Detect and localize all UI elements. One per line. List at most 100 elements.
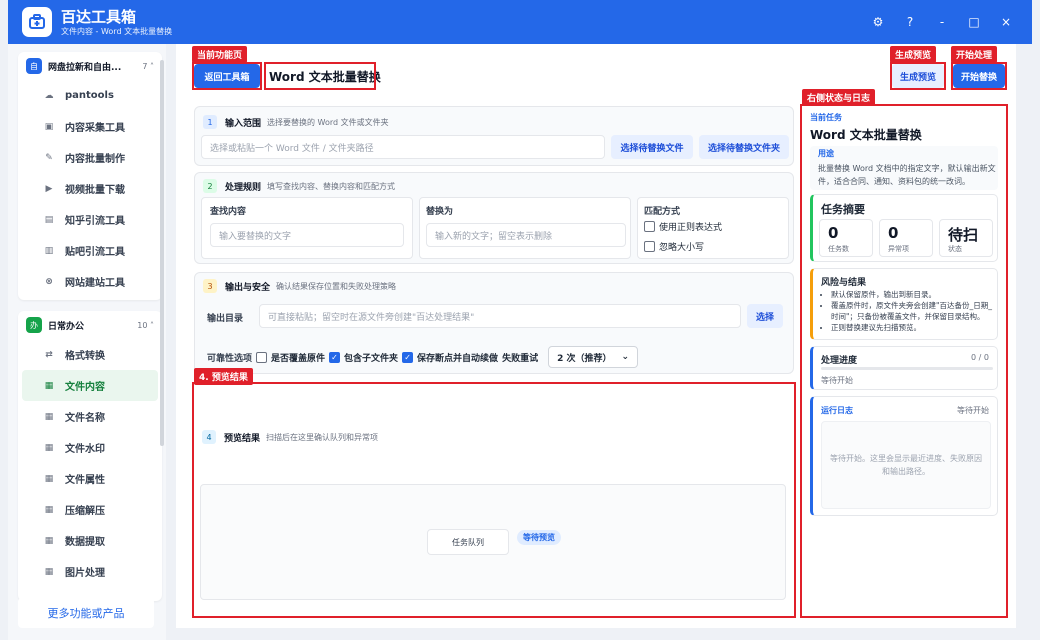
callout-start-btn: 开始处理: [951, 46, 998, 63]
sidebar: 自 网盘拉新和自由... 7 ˄ ☁ pantools ▣ 内容采集工具 ✎ 内容批量制作…: [8, 44, 166, 640]
group-header[interactable]: 自 网盘拉新和自由... 7 ˄: [18, 52, 162, 80]
ignore-case-checkbox[interactable]: [644, 241, 655, 252]
sidebar-item-label: 格式转换: [65, 351, 105, 362]
sidebar-item[interactable]: ▶ 视频批量下载: [18, 173, 162, 204]
maximize-icon[interactable]: □: [958, 15, 990, 29]
section-desc: 选择要替换的 Word 文件或文件夹: [267, 117, 389, 127]
choose-output-button[interactable]: 选择: [747, 304, 783, 328]
grid-icon: ▦: [44, 380, 54, 391]
save-breakpoint-label: 保存断点并自动续做: [417, 353, 499, 364]
sidebar-item-label: 压缩解压: [65, 506, 105, 517]
replace-input[interactable]: 输入新的文字；留空表示删除: [426, 223, 626, 247]
sidebar-item[interactable]: ⊗ 网站建站工具: [18, 266, 162, 297]
sidebar-item[interactable]: ▦ 数据提取: [18, 525, 162, 556]
title-bar: 百达工具箱 文件内容 - Word 文本批量替换 ⚙ ? - □ ×: [8, 0, 1032, 44]
find-card: 查找内容 输入要替换的文字: [201, 197, 413, 259]
find-label: 查找内容: [210, 207, 247, 217]
section-title: 输入范围: [225, 118, 262, 129]
step-number: 1: [203, 115, 217, 129]
group-badge: 办: [26, 317, 42, 333]
sidebar-item-label: 网站建站工具: [65, 278, 125, 289]
sidebar-item[interactable]: ▦ 文件内容: [22, 370, 158, 401]
sidebar-item[interactable]: ▥ 贴吧引流工具: [18, 235, 162, 266]
sidebar-item-label: 知乎引流工具: [65, 216, 125, 227]
sidebar-item[interactable]: ✎ 内容批量制作: [18, 142, 162, 173]
settings-icon[interactable]: ⚙: [862, 15, 894, 29]
sidebar-scrollbar[interactable]: [160, 60, 164, 446]
section-desc: 确认结果保存位置和失败处理策略: [276, 281, 397, 291]
sidebar-item-label: pantools: [65, 90, 114, 101]
step-number: 2: [203, 179, 217, 193]
callout-preview-box: [890, 62, 946, 90]
close-icon[interactable]: ×: [990, 15, 1022, 29]
sidebar-item-label: 数据提取: [65, 537, 105, 548]
callout-back-box: [192, 62, 262, 90]
section-desc: 填写查找内容、替换内容和匹配方式: [267, 181, 396, 191]
sidebar-item-label: 贴吧引流工具: [65, 247, 125, 258]
sidebar-item[interactable]: ▦ 文件水印: [18, 432, 162, 463]
grid-icon: ▦: [44, 473, 54, 484]
callout-preview-result-box: [192, 382, 796, 618]
sidebar-item[interactable]: ☁ pantools: [18, 80, 162, 111]
output-dir-label: 输出目录: [207, 314, 244, 324]
sidebar-item[interactable]: ▦ 文件属性: [18, 463, 162, 494]
group-count: 10 ˄: [137, 320, 154, 330]
app-subtitle: 文件内容 - Word 文本批量替换: [61, 26, 173, 36]
callout-title-box: [264, 62, 376, 90]
globe-icon: ⊗: [45, 276, 53, 287]
output-dir-input[interactable]: 可直接粘贴；留空时在源文件旁创建"百达处理结果": [259, 304, 741, 328]
callout-preview-result: 4. 预览结果: [194, 368, 253, 385]
match-card: 匹配方式 使用正则表达式 忽略大小写: [637, 197, 789, 259]
select-folder-button[interactable]: 选择待替换文件夹: [699, 135, 789, 159]
grid-icon: ▦: [44, 442, 54, 453]
help-icon[interactable]: ?: [894, 15, 926, 29]
find-input[interactable]: 输入要替换的文字: [210, 223, 404, 247]
select-file-button[interactable]: 选择待替换文件: [611, 135, 693, 159]
group-title: 网盘拉新和自由...: [48, 62, 122, 73]
sidebar-item[interactable]: ⇄ 格式转换: [18, 339, 162, 370]
sidebar-group-office: 办 日常办公 10 ˄ ⇄ 格式转换 ▦ 文件内容 ▦ 文件名称 ▦ 文件水印 ▦ 文件属性 ▦ 压缩…: [18, 311, 162, 601]
grid-icon: ▦: [44, 566, 54, 577]
collect-icon: ▣: [44, 121, 54, 132]
app-title: 百达工具箱: [61, 7, 137, 26]
match-label: 匹配方式: [644, 207, 681, 217]
group-badge: 自: [26, 58, 42, 74]
save-breakpoint-checkbox[interactable]: ✓: [402, 351, 414, 363]
section-title: 处理规则: [225, 182, 262, 193]
sidebar-item-label: 文件属性: [65, 475, 105, 486]
sidebar-item[interactable]: ▣ 内容采集工具: [18, 111, 162, 142]
grid-icon: ▦: [44, 411, 54, 422]
replace-label: 替换为: [426, 207, 454, 217]
sidebar-item[interactable]: ▦ 压缩解压: [18, 494, 162, 525]
sidebar-item-label: 图片处理: [65, 568, 105, 579]
step-number: 3: [203, 279, 217, 293]
convert-icon: ⇄: [45, 349, 53, 360]
section-rules: 2 处理规则 填写查找内容、替换内容和匹配方式 查找内容 输入要替换的文字 替换…: [194, 172, 794, 264]
ignore-case-label: 忽略大小写: [659, 243, 705, 253]
overwrite-checkbox[interactable]: [256, 351, 268, 363]
retry-select[interactable]: 2 次（推荐） ⌄: [548, 346, 639, 368]
sidebar-item-label: 内容批量制作: [65, 154, 125, 165]
input-path-field[interactable]: 选择或粘贴一个 Word 文件 / 文件夹路径: [201, 135, 605, 159]
more-products-button[interactable]: 更多功能或产品: [18, 598, 154, 628]
grid-icon: ▦: [44, 535, 54, 546]
edit-icon: ✎: [45, 152, 53, 163]
group-header[interactable]: 办 日常办公 10 ˄: [18, 311, 162, 339]
minimize-icon[interactable]: -: [926, 15, 958, 29]
cloud-icon: ☁: [44, 90, 54, 101]
retry-label: 失败重试: [502, 353, 539, 364]
sidebar-item[interactable]: ▦ 图片处理: [18, 556, 162, 587]
regex-checkbox[interactable]: [644, 221, 655, 232]
zhihu-icon: ▤: [44, 214, 54, 225]
sidebar-item[interactable]: ▦ 文件名称: [18, 401, 162, 432]
section-output: 3 输出与安全 确认结果保存位置和失败处理策略 输出目录 可直接粘贴；留空时在源…: [194, 272, 794, 374]
include-subfolders-checkbox[interactable]: ✓: [329, 351, 341, 363]
sidebar-item[interactable]: ▤ 知乎引流工具: [18, 204, 162, 235]
callout-preview-btn: 生成预览: [890, 46, 937, 63]
tieba-icon: ▥: [44, 245, 54, 256]
sidebar-item-label: 文件内容: [65, 382, 105, 393]
regex-label: 使用正则表达式: [659, 223, 723, 233]
section-input-range: 1 输入范围 选择要替换的 Word 文件或文件夹 选择或粘贴一个 Word 文…: [194, 106, 794, 166]
callout-current-page: 当前功能页: [192, 46, 248, 63]
video-icon: ▶: [45, 183, 53, 194]
